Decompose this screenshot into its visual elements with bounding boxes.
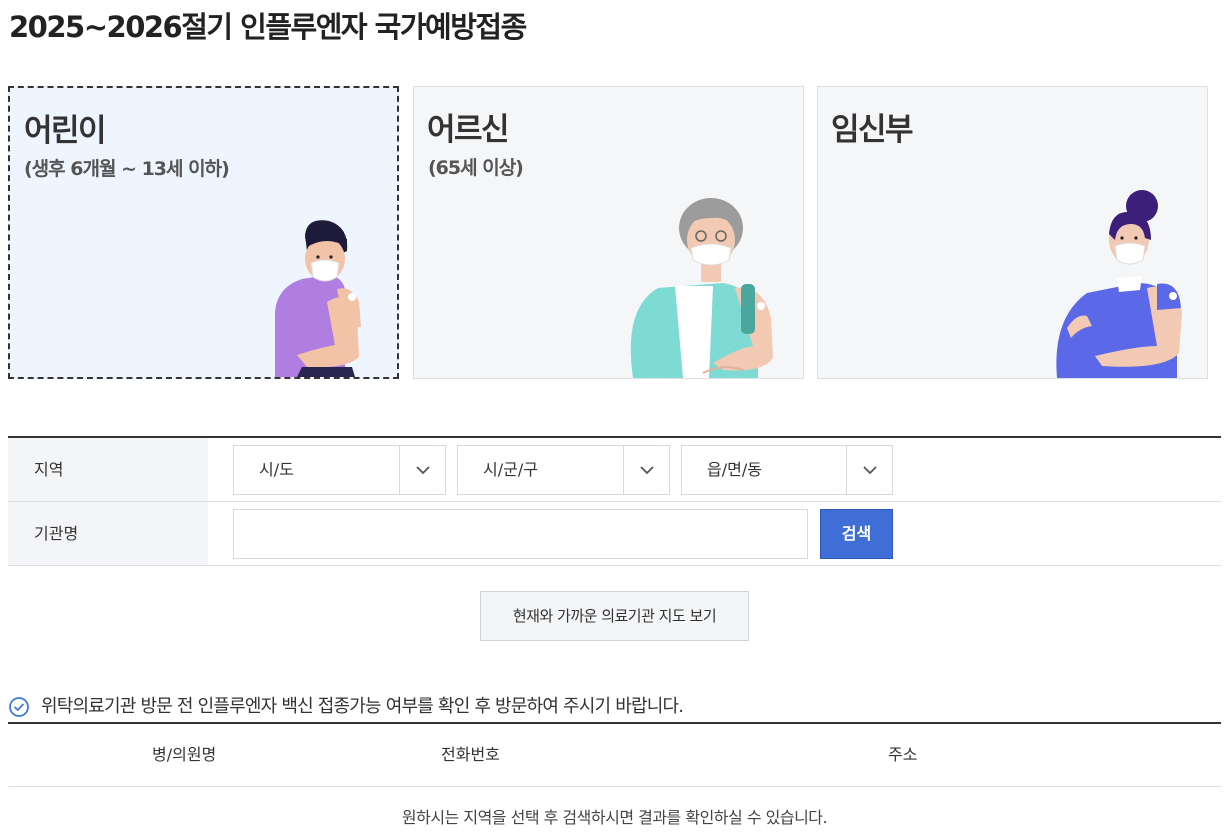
org-name-input[interactable] <box>233 509 808 559</box>
chevron-down-icon <box>399 446 445 494</box>
card-subtitle: (65세 이상) <box>428 157 524 179</box>
child-vaccination-illustration <box>275 220 361 377</box>
page-title: 2025~2026절기 인플루엔자 국가예방접종 <box>9 10 527 44</box>
org-row: 기관명 검색 <box>8 502 1221 566</box>
eupmyeondong-select[interactable]: 읍/면/동 <box>681 445 893 495</box>
results-table: 병/의원명 전화번호 주소 원하시는 지역을 선택 후 검색하시면 결과를 확인… <box>8 722 1221 827</box>
card-title: 어린이 <box>24 113 107 149</box>
column-header-address: 주소 <box>888 745 918 764</box>
sigungu-select-value: 시/군/구 <box>483 460 538 479</box>
card-pregnant[interactable]: 임신부 <box>817 86 1208 379</box>
eupmyeondong-select-value: 읍/면/동 <box>707 460 762 479</box>
card-seniors[interactable]: 어르신 (65세 이상) <box>413 86 804 379</box>
senior-vaccination-illustration <box>630 198 773 378</box>
card-children[interactable]: 어린이 (생후 6개월 ~ 13세 이하) <box>8 86 399 379</box>
sido-select[interactable]: 시/도 <box>233 445 446 495</box>
sigungu-select[interactable]: 시/군/구 <box>457 445 670 495</box>
check-circle-icon <box>9 697 29 717</box>
empty-results-message: 원하시는 지역을 선택 후 검색하시면 결과를 확인하실 수 있습니다. <box>401 808 828 827</box>
search-form: 지역 시/도 시/군/구 읍/면/동 기관명 검색 <box>8 436 1221 566</box>
region-label: 지역 <box>8 438 208 501</box>
card-title: 어르신 <box>427 112 510 148</box>
nearby-map-button[interactable]: 현재와 가까운 의료기관 지도 보기 <box>480 591 749 641</box>
notice-text: 위탁의료기관 방문 전 인플루엔자 백신 접종가능 여부를 확인 후 방문하여 … <box>41 696 684 717</box>
chevron-down-icon <box>623 446 669 494</box>
card-title: 임신부 <box>831 112 914 148</box>
chevron-down-icon <box>846 446 892 494</box>
sido-select-value: 시/도 <box>259 460 294 479</box>
column-header-phone: 전화번호 <box>441 745 500 764</box>
org-label: 기관명 <box>8 502 208 565</box>
results-header: 병/의원명 전화번호 주소 <box>8 722 1221 787</box>
region-row: 지역 시/도 시/군/구 읍/면/동 <box>8 438 1221 502</box>
search-button[interactable]: 검색 <box>820 509 893 559</box>
pregnant-vaccination-illustration <box>1056 190 1182 378</box>
card-subtitle: (생후 6개월 ~ 13세 이하) <box>24 158 230 180</box>
target-group-cards: 어린이 (생후 6개월 ~ 13세 이하) 어르신 (65세 이상) 임신부 <box>8 86 1209 379</box>
column-header-hospital: 병/의원명 <box>152 745 217 764</box>
